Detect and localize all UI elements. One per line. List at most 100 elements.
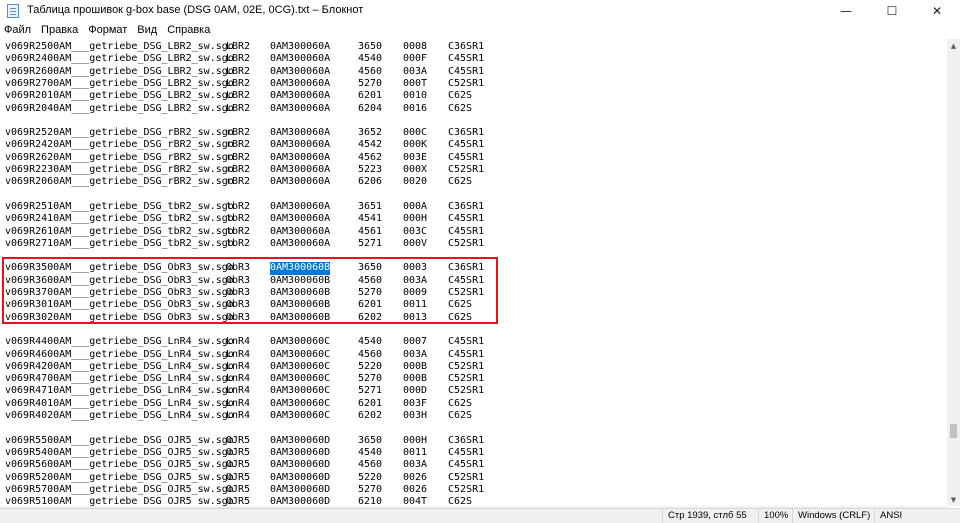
- menu-bar: Файл Правка Формат Вид Справка: [0, 22, 960, 39]
- line-field: 003H: [403, 410, 428, 421]
- text-line: v069R4200AM___getriebe_DSG_LnR4_sw.sgo Ln…: [0, 361, 947, 373]
- line-field: v069R5700AM___getriebe_DSG_OJR5_sw.sgo: [5, 483, 234, 495]
- line-field: 0003: [403, 262, 428, 274]
- line-field: 4542: [358, 139, 383, 151]
- line-field: 0011: [403, 299, 428, 311]
- line-field: tbR2: [226, 200, 251, 212]
- menu-edit[interactable]: Правка: [36, 22, 83, 39]
- text-editor[interactable]: v069R2500AM___getriebe_DSG_LBR2_sw.sgo LB…: [0, 39, 947, 506]
- encoding: ANSI: [874, 509, 960, 523]
- empty-line: [0, 324, 947, 336]
- text-line: v069R4020AM___getriebe_DSG_LnR4_sw.sgo Ln…: [0, 410, 947, 422]
- line-field: 4540: [358, 53, 383, 65]
- line-field: v069R3010AM___getriebe_DSG_ObR3_sw.sgo: [5, 299, 234, 311]
- line-field: LnR4: [226, 385, 251, 397]
- text-line: v069R2040AM___getriebe_DSG_LBR2_sw.sgo LB…: [0, 103, 947, 115]
- menu-help[interactable]: Справка: [162, 22, 215, 39]
- line-field: 0AM300060A: [270, 151, 331, 163]
- cursor-position: Стр 1939, стлб 55: [662, 509, 758, 523]
- maximize-button[interactable]: ☐: [869, 0, 915, 22]
- line-field: 000K: [403, 139, 428, 151]
- line-field: 003E: [403, 151, 428, 163]
- line-field: 4560: [358, 274, 383, 286]
- line-field: OJR5: [226, 434, 251, 446]
- line-field: 0AM300060B: [270, 311, 331, 323]
- line-field: v069R2400AM___getriebe_DSG_LBR2_sw.sgo: [5, 53, 234, 65]
- line-field: C52SR1: [448, 483, 485, 495]
- line-field: C45SR1: [448, 348, 485, 360]
- empty-line: [0, 115, 947, 127]
- line-field: 0AM300060D: [270, 434, 331, 446]
- line-field: LnR4: [226, 360, 251, 372]
- line-field: LnR4: [226, 336, 251, 348]
- line-field: C45SR1: [448, 151, 485, 163]
- line-field: 0008: [403, 41, 428, 52]
- empty-line: [0, 189, 947, 201]
- line-field: 003A: [403, 459, 428, 471]
- text-line: v069R4710AM___getriebe_DSG_LnR4_sw.sgo Ln…: [0, 385, 947, 397]
- line-field: v069R2230AM___getriebe_DSG_rBR2_sw.sgo: [5, 164, 234, 175]
- text-line: v069R2400AM___getriebe_DSG_LBR2_sw.sgo LB…: [0, 53, 947, 65]
- line-field: 0AM300060C: [270, 397, 331, 409]
- line-field: 0026: [403, 471, 428, 483]
- line-field: 000V: [403, 237, 428, 249]
- line-field: 0010: [403, 90, 428, 102]
- line-field: C62S: [448, 299, 473, 311]
- line-field: 4561: [358, 225, 383, 237]
- line-field: 000H: [403, 213, 428, 225]
- menu-format[interactable]: Формат: [83, 22, 132, 39]
- scroll-up-icon[interactable]: ▲: [947, 39, 960, 52]
- line-field: v069R4020AM___getriebe_DSG_LnR4_sw.sgo: [5, 410, 234, 421]
- text-line: v069R2600AM___getriebe_DSG_LBR2_sw.sgo LB…: [0, 66, 947, 78]
- line-field: LBR2: [226, 77, 251, 89]
- line-field: 5271: [358, 385, 383, 397]
- line-field: 5270: [358, 77, 383, 89]
- line-field: 3650: [358, 41, 383, 52]
- line-field: 0AM300060B: [270, 299, 331, 311]
- line-field: 0AM300060A: [270, 41, 331, 52]
- line-field: LBR2: [226, 65, 251, 77]
- line-field: v069R2610AM___getriebe_DSG_tbR2_sw.sgo: [5, 225, 234, 237]
- line-field: 000D: [403, 385, 428, 397]
- line-field: 6206: [358, 176, 383, 188]
- line-field: 0020: [403, 176, 428, 188]
- text-line: v069R4400AM___getriebe_DSG_LnR4_sw.sgo Ln…: [0, 336, 947, 348]
- line-field: v069R2520AM___getriebe_DSG_rBR2_sw.sgo: [5, 127, 234, 139]
- text-line: v069R2230AM___getriebe_DSG_rBR2_sw.sgo rB…: [0, 164, 947, 176]
- close-button[interactable]: ✕: [914, 0, 960, 22]
- minimize-button[interactable]: —: [823, 0, 869, 22]
- line-field: 0AM300060D: [270, 483, 331, 495]
- line-field: v069R2600AM___getriebe_DSG_LBR2_sw.sgo: [5, 65, 234, 77]
- line-field: C62S: [448, 496, 473, 506]
- line-field: C62S: [448, 397, 473, 409]
- empty-line: [0, 422, 947, 434]
- line-field: 3650: [358, 262, 383, 274]
- line-field: rBR2: [226, 176, 251, 188]
- line-field: 0AM300060D: [270, 459, 331, 471]
- scroll-down-icon[interactable]: ▼: [947, 493, 960, 506]
- text-line: v069R2410AM___getriebe_DSG_tbR2_sw.sgo tb…: [0, 213, 947, 225]
- line-field: 5220: [358, 471, 383, 483]
- line-field: 0AM300060A: [270, 200, 331, 212]
- line-field: ObR3: [226, 299, 251, 311]
- menu-view[interactable]: Вид: [132, 22, 162, 39]
- line-field: C45SR1: [448, 139, 485, 151]
- line-field: OJR5: [226, 471, 251, 483]
- scroll-thumb[interactable]: [950, 424, 957, 438]
- line-field: 5220: [358, 360, 383, 372]
- line-field: 0AM300060A: [270, 127, 331, 139]
- line-field: v069R4710AM___getriebe_DSG_LnR4_sw.sgo: [5, 385, 234, 397]
- vertical-scrollbar[interactable]: ▲ ▼: [947, 39, 960, 506]
- text-line: v069R3700AM___getriebe_DSG_ObR3_sw.sgo Ob…: [0, 287, 947, 299]
- line-field: v069R2510AM___getriebe_DSG_tbR2_sw.sgo: [5, 200, 234, 212]
- text-line: v069R2060AM___getriebe_DSG_rBR2_sw.sgo rB…: [0, 176, 947, 188]
- line-field: C62S: [448, 410, 473, 421]
- line-field: 0AM300060D: [270, 496, 331, 506]
- line-field: 0AM300060B: [270, 274, 331, 286]
- line-field: 003A: [403, 274, 428, 286]
- line-field: 0AM300060C: [270, 360, 331, 372]
- line-field: 0AM300060C: [270, 385, 331, 397]
- line-field: 0AM300060A: [270, 176, 331, 188]
- menu-file[interactable]: Файл: [0, 22, 36, 39]
- title-bar: Таблица прошивок g-box base (DSG 0AM, 02…: [0, 0, 960, 22]
